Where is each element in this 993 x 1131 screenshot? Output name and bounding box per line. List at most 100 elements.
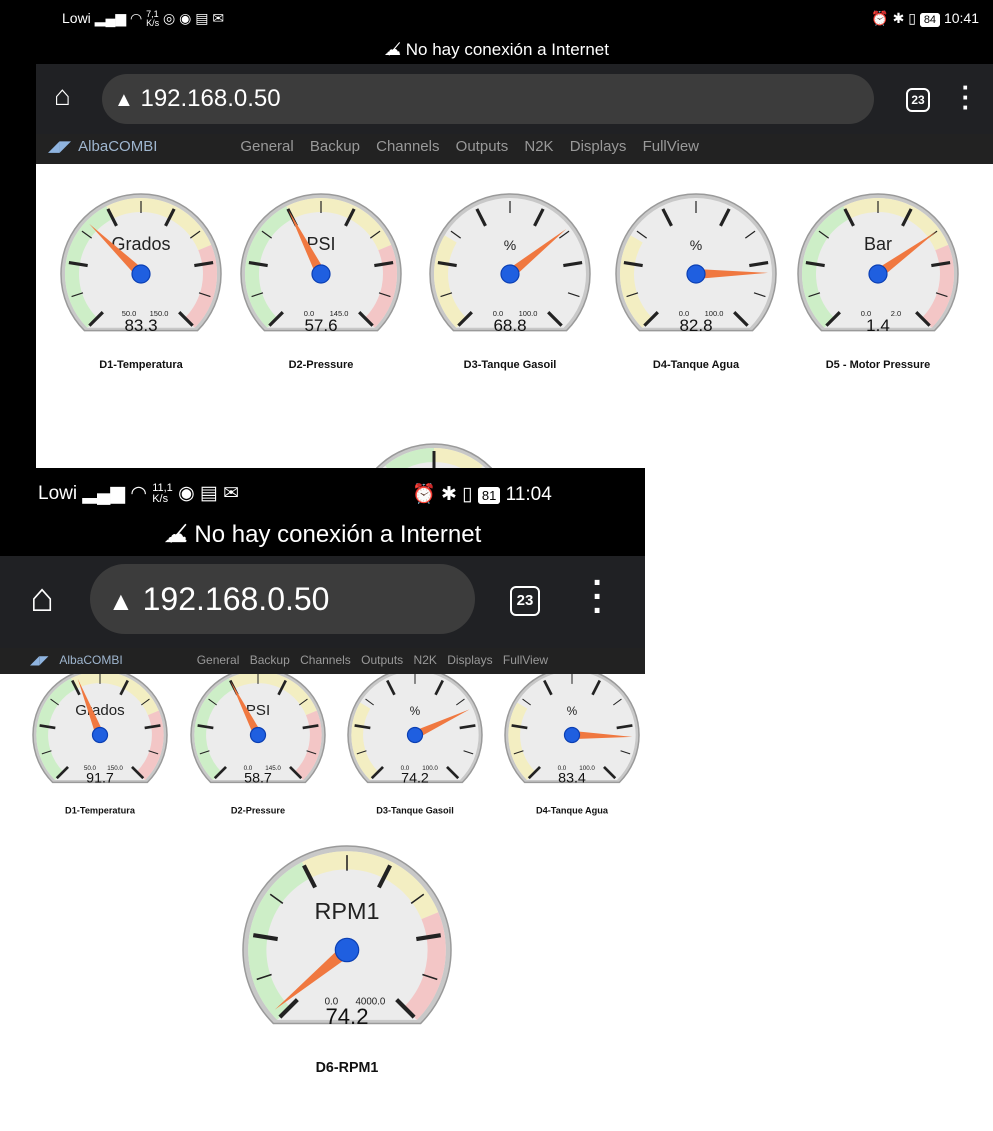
gauge-title: D3-Tanque Gasoil — [376, 806, 454, 816]
home-icon[interactable]: ⌂ — [54, 82, 71, 110]
gauge-value: 83.3 — [124, 316, 157, 335]
warning-icon: ▲ — [108, 586, 134, 616]
status-right: ⏰ ✱ ▯ 81 11:04 — [412, 482, 552, 506]
notification-icons: ◉ ▤ ✉ — [178, 483, 240, 504]
alarm-icon: ⏰ — [871, 10, 889, 26]
gauge-unit-label: % — [567, 705, 577, 718]
gauge-panel-svg: Grados50.0 150.091.7D1-TemperaturaPSI0.0 1… — [32, 667, 640, 1076]
nav-channels[interactable]: Channels — [300, 648, 351, 672]
url-text: 192.168.0.50 — [142, 581, 330, 617]
alarm-icon: ⏰ — [412, 484, 436, 505]
tab-switcher-button[interactable]: 23 — [510, 586, 540, 616]
gauge-hub — [406, 726, 424, 744]
gauge-title: D6-RPM1 — [316, 1060, 379, 1076]
carrier-label: Lowi — [62, 10, 91, 26]
gauge-panel: Grados 50.0 150.0 83.3 D1-Temperatura PSI 0.0 1… — [36, 164, 993, 468]
gauge: %0.0 100.083.4D4-Tanque Agua — [504, 667, 640, 816]
status-bar: Lowi ▂▄▆ ◠ 11,1 K/s ◉ ▤ ✉ ⏰ ✱ ▯ 81 11:04 — [0, 468, 645, 522]
albacombi-logo: ◢◤ — [48, 138, 72, 155]
gauge: PSI0.0 145.057.6D2-Pressure — [240, 193, 402, 371]
nav-channels[interactable]: Channels — [376, 134, 439, 160]
gauge-hub — [131, 264, 151, 284]
nav-backup[interactable]: Backup — [310, 134, 360, 160]
gauge: Bar0.0 2.01.4D5 - Motor Pressure — [797, 193, 959, 371]
nav-outputs[interactable]: Outputs — [361, 648, 403, 672]
speed-indicator: 7,1 K/s — [146, 9, 160, 29]
gauge-panel-svg: Grados50.0 150.083.3D1-TemperaturaPSI0.0 1… — [60, 193, 959, 468]
nav-fullview[interactable]: FullView — [643, 134, 699, 160]
brand-name: AlbaCOMBI — [78, 138, 158, 155]
status-right: ⏰ ✱ ▯ 84 10:41 — [871, 10, 979, 27]
battery-indicator: 81 — [477, 487, 501, 504]
gauge-panel: Grados 50.0 150.0 91.7 D1-Temperatura PSI 0.0 1… — [0, 667, 645, 1131]
browser-toolbar: ⌂ ▲ 192.168.0.50 23 · · · — [0, 556, 645, 648]
gauge-hub — [91, 726, 109, 744]
offline-message: No hay conexión a Internet — [194, 521, 482, 548]
brand-name: AlbaCOMBI — [59, 653, 123, 667]
gauge-title: D2-Pressure — [289, 359, 354, 371]
url-field[interactable]: ▲ 192.168.0.50 — [90, 564, 475, 634]
nav-n2k[interactable]: N2K — [524, 134, 553, 160]
gauge-hub — [249, 726, 267, 744]
bluetooth-icon: ✱ — [440, 484, 457, 505]
battery-indicator: 84 — [919, 13, 941, 27]
screenshot-a: Lowi ▂▄▆ ◠ 7,1 K/s ◎ ◉ ▤ ✉ ⏰ ✱ ▯ 84 10:41… — [0, 0, 993, 468]
gauge-unit-label: % — [410, 705, 420, 718]
nav-fullview[interactable]: FullView — [503, 648, 548, 672]
nav-displays[interactable]: Displays — [570, 134, 627, 160]
warning-icon: ▲ — [114, 89, 134, 111]
gauge-value: 74.2 — [401, 771, 429, 787]
gauge-title: D4-Tanque Agua — [653, 359, 740, 371]
status-time: 10:41 — [943, 10, 979, 26]
gauge-partial — [375, 443, 493, 468]
nav-displays[interactable]: Displays — [447, 648, 492, 672]
status-left: Lowi ▂▄▆ ◠ 7,1 K/s ◎ ◉ ▤ ✉ — [62, 10, 224, 28]
nav-outputs[interactable]: Outputs — [456, 134, 509, 160]
gauge: %0.0 100.074.2D3-Tanque Gasoil — [347, 667, 483, 816]
cloud-off-icon: ☁̸ — [384, 40, 402, 59]
url-field[interactable]: ▲ 192.168.0.50 — [102, 74, 874, 124]
gauge-title: D4-Tanque Agua — [536, 806, 609, 816]
gauge-value: 68.8 — [493, 316, 526, 335]
gauge-hub — [563, 726, 581, 744]
gauge-value: 58.7 — [244, 771, 272, 787]
gauge-value: 82.8 — [679, 316, 712, 335]
gauge: Grados50.0 150.091.7D1-Temperatura — [32, 667, 168, 816]
gauge: %0.0 100.068.8D3-Tanque Gasoil — [429, 193, 591, 371]
gauge-title: D5 - Motor Pressure — [826, 359, 931, 371]
screenshot-b: Lowi ▂▄▆ ◠ 11,1 K/s ◉ ▤ ✉ ⏰ ✱ ▯ 81 11:04 … — [0, 468, 645, 1131]
wifi-icon: ◠ — [130, 10, 143, 26]
nav-n2k[interactable]: N2K — [414, 648, 437, 672]
nav-backup[interactable]: Backup — [250, 648, 290, 672]
gauge-value: 57.6 — [304, 316, 337, 335]
app-navbar: ◢◤ AlbaCOMBI General Backup Channels Out… — [36, 134, 993, 164]
signal-icon: ▂▄▆ — [94, 10, 127, 26]
app-navbar: ◢◤ AlbaCOMBI General Backup Channels Out… — [0, 648, 645, 674]
notification-icons: ◎ ◉ ▤ ✉ — [163, 10, 225, 26]
gauge: RPM10.0 4000.074.2D6-RPM1 — [242, 845, 452, 1076]
gauge-unit-label: % — [504, 237, 516, 253]
speed-indicator: 11,1 K/s — [152, 481, 173, 505]
gauge-title: D1-Temperatura — [65, 806, 136, 816]
offline-banner: ☁̸ No hay conexión a Internet — [0, 520, 645, 556]
gauge-value: 91.7 — [86, 771, 114, 787]
gauge-unit-label: Bar — [864, 234, 892, 254]
more-vert-icon[interactable]: · · · — [958, 74, 974, 120]
gauge-unit-label: RPM1 — [315, 898, 380, 924]
home-icon[interactable]: ⌂ — [30, 578, 54, 618]
tab-switcher-button[interactable]: 23 — [906, 88, 930, 112]
browser-toolbar: ⌂ ▲ 192.168.0.50 23 · · · — [36, 64, 993, 134]
more-vert-icon[interactable]: · · · — [588, 566, 608, 628]
gauge-hub — [686, 264, 706, 284]
wifi-icon: ◠ — [130, 483, 147, 504]
vibrate-icon: ▯ — [462, 484, 473, 505]
gauge-value: 74.2 — [325, 1004, 368, 1029]
vibrate-icon: ▯ — [908, 10, 916, 26]
nav-general[interactable]: General — [240, 134, 293, 160]
status-time: 11:04 — [505, 484, 552, 505]
gauge-hub — [334, 937, 360, 963]
gauge-hub — [500, 264, 520, 284]
albacombi-logo: ◢◤ — [30, 653, 49, 667]
gauge-max-label: 2.0 — [891, 309, 901, 318]
nav-general[interactable]: General — [197, 648, 240, 672]
